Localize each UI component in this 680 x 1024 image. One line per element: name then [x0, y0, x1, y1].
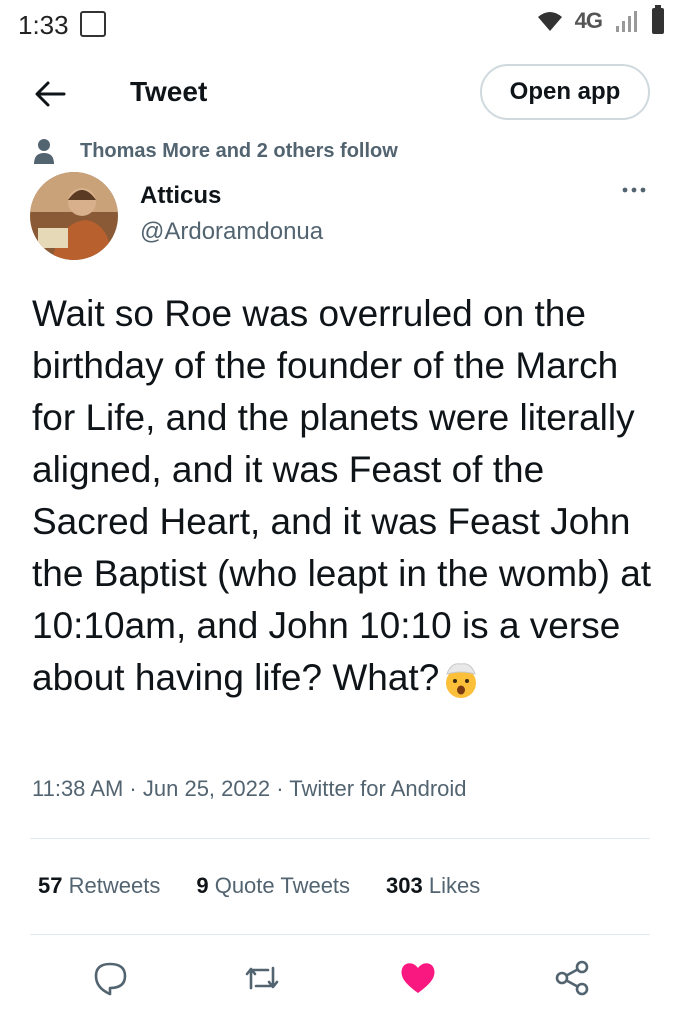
avatar[interactable] [30, 172, 118, 260]
retweets-count: 57 [38, 873, 63, 898]
status-icons: 4G [537, 5, 664, 34]
tweet-text: Wait so Roe was overruled on the birthda… [32, 293, 652, 698]
author-name[interactable]: Atticus [140, 182, 221, 210]
tweet-actions [0, 950, 680, 1006]
quote-tweets-stat[interactable]: 9 Quote Tweets [196, 873, 350, 899]
quotes-label: Quote Tweets [214, 873, 351, 898]
divider [30, 838, 650, 839]
exploding-head-emoji [446, 663, 477, 698]
social-context-text: Thomas More and 2 others follow [80, 139, 398, 162]
top-bar: Tweet Open app [0, 64, 680, 122]
open-app-button[interactable]: Open app [480, 64, 650, 120]
arrow-left-icon[interactable] [30, 74, 70, 114]
status-bar: 1:33 4G [0, 0, 680, 52]
author-handle[interactable]: @Ardoramdonua [140, 218, 323, 246]
social-context[interactable]: Thomas More and 2 others follow [34, 138, 398, 164]
battery-icon [652, 5, 664, 34]
person-icon [34, 139, 54, 164]
wifi-icon [537, 12, 562, 31]
signal-icon [616, 11, 637, 32]
retweets-label: Retweets [68, 873, 161, 898]
tweet-author: Atticus @Ardoramdonua [30, 172, 650, 262]
more-horizontal-icon[interactable] [622, 186, 646, 194]
reply-icon[interactable] [90, 958, 130, 998]
page-title: Tweet [130, 76, 208, 107]
heart-icon[interactable] [398, 958, 438, 998]
tweet-stats: 57 Retweets 9 Quote Tweets 303 Likes [38, 873, 516, 899]
retweet-icon[interactable] [242, 958, 282, 998]
status-time: 1:33 [18, 10, 69, 40]
tweet-timestamp: 11:38 AM · Jun 25, 2022 · Twitter for An… [32, 776, 467, 801]
notification-icon [80, 11, 106, 37]
network-label: 4G [574, 8, 603, 33]
share-icon[interactable] [552, 958, 592, 998]
likes-stat[interactable]: 303 Likes [386, 873, 480, 899]
divider [30, 934, 650, 935]
tweet-body: Wait so Roe was overruled on the birthda… [32, 288, 662, 704]
likes-count: 303 [386, 873, 423, 898]
likes-label: Likes [428, 873, 481, 898]
retweets-stat[interactable]: 57 Retweets [38, 873, 160, 899]
quotes-count: 9 [196, 873, 209, 898]
